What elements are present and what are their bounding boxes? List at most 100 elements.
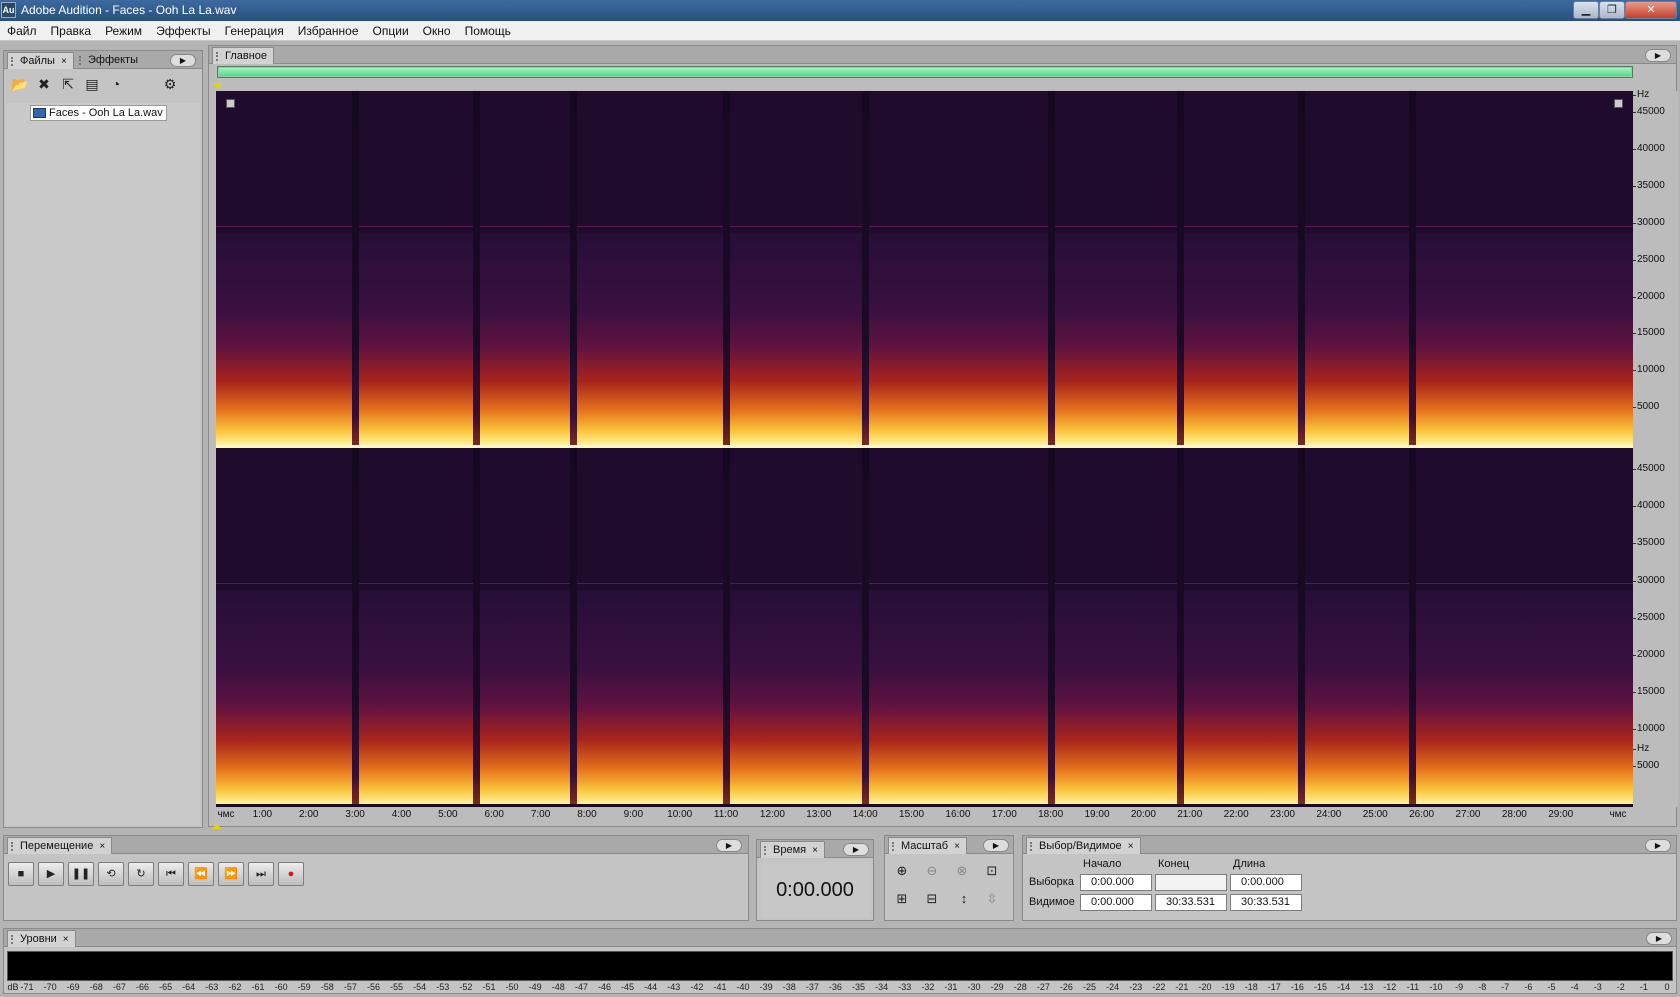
playhead-bottom-marker[interactable] [212, 824, 222, 829]
tab-selection-view[interactable]: Выбор/Видимое × [1026, 837, 1141, 854]
panel-menu-icon[interactable]: ▶ [1646, 932, 1672, 945]
column-header-length: Длина [1233, 858, 1266, 870]
file-view-options-icon[interactable]: ⚙ [161, 76, 179, 92]
track-gap [570, 448, 578, 804]
close-file-icon[interactable]: ✖ [35, 76, 53, 92]
rewind-button[interactable]: ⏪ [188, 862, 214, 886]
menu-effects[interactable]: Эффекты [149, 21, 218, 41]
pause-button[interactable]: ❚❚ [68, 862, 94, 886]
selection-start-field[interactable]: 0:00.000 [1080, 874, 1152, 891]
levels-tabstrip: Уровни × ▶ [4, 929, 1676, 947]
insert-cd-icon[interactable]: ▤ [83, 76, 101, 92]
levels-tick-label: -35 [852, 982, 866, 992]
close-icon[interactable]: × [99, 841, 105, 852]
levels-tick-label: -49 [528, 982, 542, 992]
overview-bar[interactable] [217, 66, 1633, 78]
zoom-out-full-icon[interactable]: ⊗ [951, 860, 973, 882]
levels-tick-label: -26 [1059, 982, 1073, 992]
freq-tick-label: 45000 [1633, 463, 1665, 475]
play-button[interactable]: ▶ [38, 862, 64, 886]
zoom-in-vertical-icon[interactable]: ↕ [953, 888, 975, 910]
levels-tick-label: -16 [1290, 982, 1304, 992]
menu-edit[interactable]: Правка [44, 21, 99, 41]
tab-time[interactable]: Время × [760, 841, 825, 858]
zoom-to-right-edge-icon[interactable]: ⊟ [921, 888, 943, 910]
freq-tick-label: 5000 [1632, 759, 1660, 771]
close-icon[interactable]: × [812, 845, 818, 856]
panel-menu-icon[interactable]: ▶ [983, 839, 1009, 852]
time-tick-label: 27:00 [1455, 809, 1481, 820]
menu-file[interactable]: Файл [0, 21, 44, 41]
menu-generate[interactable]: Генерация [218, 21, 291, 41]
loop-button[interactable]: ↻ [128, 862, 154, 886]
file-item[interactable]: Faces - Ooh La La.wav [30, 105, 167, 121]
zoom-out-horizontal-icon[interactable]: ⊖ [921, 860, 943, 882]
playhead-start-marker[interactable] [213, 83, 223, 89]
menu-help[interactable]: Помощь [458, 21, 518, 41]
view-length-field[interactable]: 30:33.531 [1230, 894, 1302, 911]
panel-menu-icon[interactable]: ▶ [716, 839, 742, 852]
close-icon[interactable]: × [1128, 841, 1134, 852]
track-gap [352, 91, 360, 445]
levels-tick-label: -39 [759, 982, 773, 992]
view-start-field[interactable]: 0:00.000 [1080, 894, 1152, 911]
close-icon[interactable]: × [63, 934, 69, 945]
tab-zoom[interactable]: Масштаб × [888, 837, 967, 854]
play-from-cursor-button[interactable]: ⟲ [98, 862, 124, 886]
menu-window[interactable]: Окно [416, 21, 458, 41]
spectrogram-right-channel[interactable] [216, 448, 1633, 804]
selection-end-handle[interactable] [1614, 99, 1623, 108]
tab-files[interactable]: Файлы × [7, 52, 74, 69]
levels-tick-label: -7 [1501, 982, 1510, 992]
go-to-start-button[interactable]: ⏮ [158, 862, 184, 886]
zoom-tabstrip: Масштаб × ▶ [885, 836, 1013, 854]
track-gap [1047, 91, 1055, 445]
maximize-button[interactable]: ❐ [1599, 1, 1625, 19]
go-to-end-button[interactable]: ⏭ [248, 862, 274, 886]
tab-effects[interactable]: Эффекты [76, 52, 144, 69]
selection-end-field[interactable] [1155, 874, 1227, 891]
zoom-to-left-edge-icon[interactable]: ⊞ [891, 888, 913, 910]
minimize-button[interactable]: ▁ [1573, 1, 1599, 19]
tab-transport[interactable]: Перемещение × [7, 837, 113, 854]
time-ruler[interactable]: чмс чмс 1:00 2:00 3:00 4:00 5:00 6:00 7:00 8:00… [216, 807, 1633, 824]
panel-menu-icon[interactable]: ▶ [170, 54, 196, 67]
levels-tick-label: -29 [990, 982, 1004, 992]
play-file-icon[interactable]: ◔ [107, 76, 125, 92]
selection-length-field[interactable]: 0:00.000 [1230, 874, 1302, 891]
freq-unit-bottom: Hz [1632, 743, 1650, 754]
fast-forward-button[interactable]: ⏩ [218, 862, 244, 886]
freq-tick-label: 25000 [1633, 253, 1665, 265]
panel-menu-icon[interactable]: ▶ [1645, 839, 1671, 852]
close-icon[interactable]: × [954, 841, 960, 852]
zoom-out-vertical-icon[interactable]: ⇳ [981, 888, 1003, 910]
panel-menu-icon[interactable]: ▶ [1645, 49, 1671, 62]
time-tick-label: 7:00 [530, 809, 551, 820]
levels-tick-label: -71 [20, 982, 34, 992]
stop-button[interactable]: ■ [8, 862, 34, 886]
zoom-to-selection-icon[interactable]: ⊡ [981, 860, 1003, 882]
zoom-in-horizontal-icon[interactable]: ⊕ [891, 860, 913, 882]
levels-tick-label: -5 [1547, 982, 1556, 992]
tab-main[interactable]: Главное [212, 47, 275, 64]
levels-tick-label: -54 [413, 982, 427, 992]
close-button[interactable]: ✕ [1625, 1, 1677, 19]
tab-levels[interactable]: Уровни × [7, 930, 76, 947]
record-button[interactable]: ● [278, 862, 304, 886]
spectral-display[interactable] [216, 91, 1633, 807]
files-list: Faces - Ooh La La.wav [6, 103, 200, 825]
selection-start-handle[interactable] [226, 99, 235, 108]
view-end-field[interactable]: 30:33.531 [1155, 894, 1227, 911]
menu-favorites[interactable]: Избранное [291, 21, 366, 41]
open-file-icon[interactable]: 📂 [11, 76, 29, 92]
overview-visible-range[interactable] [219, 68, 1631, 76]
menu-view[interactable]: Режим [98, 21, 149, 41]
time-tick-label: 14:00 [852, 809, 878, 820]
menu-options[interactable]: Опции [366, 21, 416, 41]
levels-tick-label: -58 [320, 982, 334, 992]
spectrogram-left-channel[interactable] [216, 91, 1633, 445]
panel-menu-icon[interactable]: ▶ [843, 843, 869, 856]
close-icon[interactable]: × [61, 56, 67, 67]
time-tick-label: 2:00 [299, 809, 319, 820]
insert-multitrack-icon[interactable]: ⇱ [59, 76, 77, 92]
